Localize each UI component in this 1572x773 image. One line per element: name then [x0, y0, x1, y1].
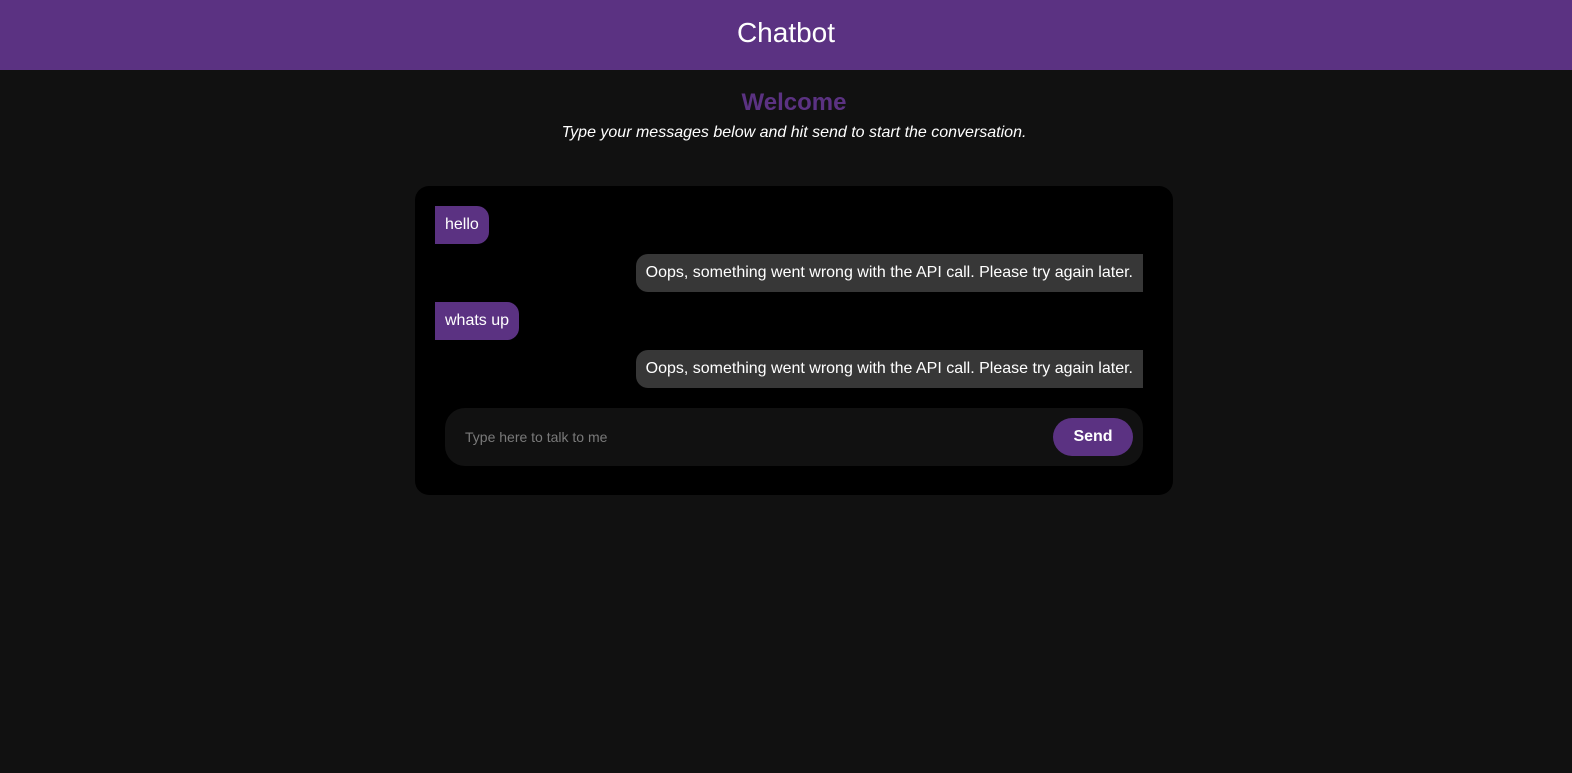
welcome-section: Welcome Type your messages below and hit…	[0, 88, 1572, 144]
chat-container: hello Oops, something went wrong with th…	[415, 186, 1173, 495]
message-input[interactable]	[455, 422, 1055, 452]
user-message: hello	[435, 206, 489, 244]
app-header: Chatbot	[0, 0, 1572, 70]
bot-message: Oops, something went wrong with the API …	[635, 254, 1143, 292]
message-input-bar: Send	[445, 408, 1143, 466]
bot-message: Oops, something went wrong with the API …	[635, 350, 1143, 388]
send-button[interactable]: Send	[1053, 418, 1133, 456]
app-title: Chatbot	[736, 17, 836, 48]
welcome-heading: Welcome	[741, 89, 847, 116]
welcome-subtitle: Type your messages below and hit send to…	[561, 124, 1027, 141]
user-message: whats up	[435, 302, 520, 340]
